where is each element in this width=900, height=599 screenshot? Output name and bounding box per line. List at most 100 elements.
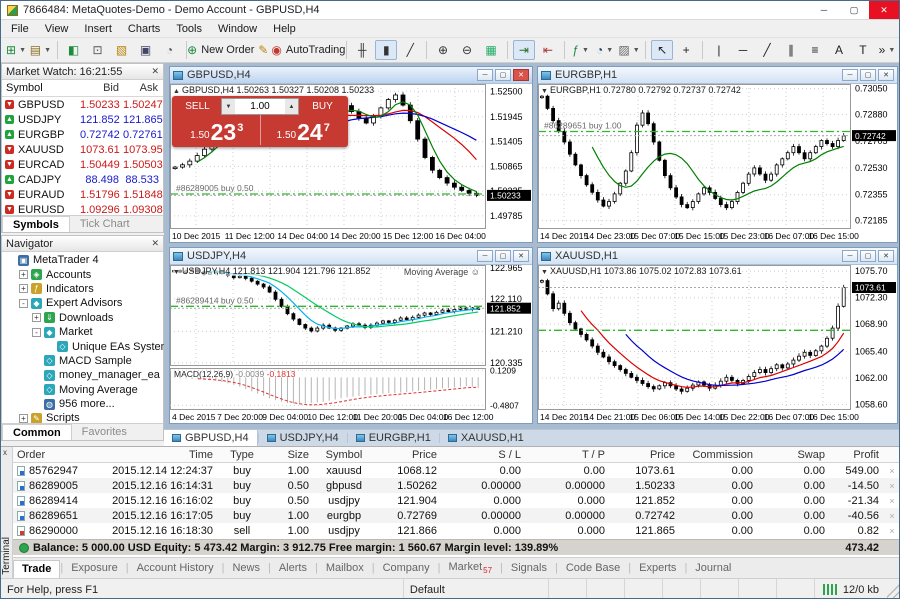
column-price[interactable]: Price (375, 449, 441, 461)
collapse-arrow-icon[interactable]: ▼ (173, 269, 180, 276)
chevron-down-icon[interactable]: ▼ (44, 47, 51, 54)
column-t-p[interactable]: T / P (525, 449, 609, 461)
menu-help[interactable]: Help (265, 21, 304, 37)
column-swap[interactable]: Swap (757, 449, 829, 461)
tab-symbols[interactable]: Symbols (2, 216, 70, 232)
terminal-tab-signals[interactable]: Signals (503, 560, 555, 576)
indicators-button[interactable]: ƒ ▼ (570, 40, 592, 60)
auto-scroll-button[interactable]: ⇥ (512, 40, 535, 60)
new-order-button[interactable]: ⊕ New Order (187, 40, 254, 60)
column-profit[interactable]: Profit (829, 449, 883, 461)
expert-advisor-label[interactable]: Moving Average ☺ (404, 267, 480, 277)
chart-tab-gbpusd-h4[interactable]: GBPUSD,H4 (164, 430, 258, 446)
market-watch-row-eurgbp[interactable]: ▲ EURGBP 0.72742 0.72761 (2, 127, 163, 142)
trendline-button[interactable]: ╱ (756, 40, 778, 60)
navigator-toggle-button[interactable]: ▧ (111, 40, 133, 60)
column-bid[interactable]: Bid (80, 80, 123, 96)
market-watch-row-usdjpy[interactable]: ▲ USDJPY 121.852 121.865 (2, 112, 163, 127)
column-order[interactable]: Order (13, 449, 97, 461)
menu-tools[interactable]: Tools (168, 21, 210, 37)
column-s-l[interactable]: S / L (441, 449, 525, 461)
chart-window-titlebar[interactable]: EURGBP,H1 ─ ▢ ✕ (538, 67, 897, 84)
terminal-tab-alerts[interactable]: Alerts (271, 560, 315, 576)
autotrading-button[interactable]: ◉ AutoTrading (271, 40, 345, 60)
profile-indicator[interactable]: Default (404, 579, 549, 598)
market-watch-row-cadjpy[interactable]: ▲ CADJPY 88.498 88.533 (2, 172, 163, 187)
market-watch-toggle-button[interactable]: ◧ (63, 40, 85, 60)
collapse-icon[interactable]: - (32, 327, 41, 337)
close-position-icon[interactable]: × (883, 466, 899, 476)
navigator-item-956-more-[interactable]: ◍ 956 more... (2, 397, 163, 411)
expand-icon[interactable]: + (32, 313, 41, 323)
volume-input[interactable]: 1.00 (235, 99, 285, 114)
chart-close-button[interactable]: ✕ (513, 69, 529, 81)
ohlc-readout[interactable]: ▼ XAUUSD,H1 1073.86 1075.02 1072.83 1073.… (541, 266, 742, 276)
text-label-button[interactable]: T (852, 40, 874, 60)
ohlc-readout[interactable]: ▲ GBPUSD,H4 1.50263 1.50327 1.50208 1.502… (173, 85, 375, 95)
chart-window-titlebar[interactable]: USDJPY,H4 ─ ▢ ✕ (170, 248, 532, 265)
close-position-icon[interactable]: × (883, 511, 899, 521)
terminal-tab-experts[interactable]: Experts (631, 560, 684, 576)
chart-window-usdjpy[interactable]: USDJPY,H4 ─ ▢ ✕ 122.965 122.110 121.210 120… (169, 247, 533, 424)
menu-charts[interactable]: Charts (120, 21, 168, 37)
menu-view[interactable]: View (37, 21, 77, 37)
tile-windows-button[interactable]: ▦ (480, 40, 502, 60)
tab-favorites[interactable]: Favorites (72, 424, 137, 440)
market-watch-row-gbpusd[interactable]: ▼ GBPUSD 1.50233 1.50247 (2, 97, 163, 112)
column-time[interactable]: Time (97, 449, 217, 461)
collapse-arrow-icon[interactable]: ▼ (541, 88, 548, 95)
terminal-toggle-button[interactable]: ▣ (135, 40, 157, 60)
terminal-side-label[interactable]: Terminal (1, 537, 13, 575)
expand-icon[interactable]: + (19, 284, 28, 294)
column-commission[interactable]: Commission (679, 449, 757, 461)
navigator-close-icon[interactable]: ✕ (151, 238, 159, 249)
market-watch-row-eurcad[interactable]: ▼ EURCAD 1.50449 1.50503 (2, 157, 163, 172)
expand-icon[interactable]: + (19, 270, 28, 280)
chart-shift-button[interactable]: ⇤ (537, 40, 559, 60)
horizontal-line-button[interactable]: ─ (732, 40, 754, 60)
chart-minimize-button[interactable]: ─ (842, 69, 858, 81)
navigator-item-market[interactable]: - ◆ Market (2, 325, 163, 339)
collapse-icon[interactable]: - (19, 298, 28, 308)
menu-file[interactable]: File (3, 21, 37, 37)
column-size[interactable]: Size (267, 449, 313, 461)
bar-chart-button[interactable]: ╫ (351, 40, 373, 60)
terminal-tab-account-history[interactable]: Account History (129, 560, 222, 576)
navigator-item-moving-average[interactable]: ◇ Moving Average (2, 383, 163, 397)
terminal-tab-news[interactable]: News (224, 560, 268, 576)
chart-restore-button[interactable]: ▢ (495, 69, 511, 81)
close-position-icon[interactable]: × (883, 496, 899, 506)
chart-close-button[interactable]: ✕ (513, 250, 529, 262)
navigator-item-accounts[interactable]: + ◈ Accounts (2, 267, 163, 281)
chart-minimize-button[interactable]: ─ (477, 250, 493, 262)
ohlc-readout[interactable]: ▼ USDJPY,H4 121.813 121.904 121.796 121.8… (173, 266, 371, 276)
volume-up-button[interactable]: ▲ (285, 99, 298, 114)
column-symbol[interactable]: Symbol (2, 80, 80, 96)
text-button[interactable]: A (828, 40, 850, 60)
chart-tab-usdjpy-h4[interactable]: USDJPY,H4 (259, 430, 347, 446)
buy-price[interactable]: 1.50 24 7 (261, 115, 347, 145)
chart-window-titlebar[interactable]: GBPUSD,H4 ─ ▢ ✕ (170, 67, 532, 84)
chevron-down-icon[interactable]: ▼ (582, 47, 589, 54)
chart-window-eurgbp[interactable]: EURGBP,H1 ─ ▢ ✕ 0.73050 0.72880 0.72705 0.7… (537, 66, 898, 243)
zoom-out-button[interactable]: ⊖ (456, 40, 478, 60)
order-row-86289005[interactable]: 86289005 2015.12.16 16:14:31 buy 0.50 gbpusd… (13, 478, 899, 493)
order-row-86289414[interactable]: 86289414 2015.12.16 16:16:02 buy 0.50 usdjpy… (13, 493, 899, 508)
volume-down-button[interactable]: ▼ (222, 99, 235, 114)
zoom-in-button[interactable]: ⊕ (432, 40, 454, 60)
chart-restore-button[interactable]: ▢ (860, 69, 876, 81)
navigator-item-indicators[interactable]: + ƒ Indicators (2, 282, 163, 296)
candlesticks-button[interactable]: ▮ (375, 40, 398, 60)
fibonacci-button[interactable]: ≡ (804, 40, 826, 60)
chart-window-titlebar[interactable]: XAUUSD,H1 ─ ▢ ✕ (538, 248, 897, 265)
column-ask[interactable]: Ask (123, 80, 162, 96)
navigator-item-money-manager-ea[interactable]: ◇ money_manager_ea (2, 368, 163, 382)
market-watch-row-xauusd[interactable]: ▼ XAUUSD 1073.61 1073.95 (2, 142, 163, 157)
profiles-button[interactable]: ▤ ▼ (29, 40, 52, 60)
expand-icon[interactable]: + (19, 413, 28, 423)
menu-insert[interactable]: Insert (76, 21, 120, 37)
navigator-item-expert-advisors[interactable]: - ◆ Expert Advisors (2, 296, 163, 310)
chart-window-xauusd[interactable]: XAUUSD,H1 ─ ▢ ✕ 1075.70 1072.30 1068.90 106… (537, 247, 898, 424)
terminal-tab-mailbox[interactable]: Mailbox (318, 560, 372, 576)
data-window-button[interactable]: ⊡ (87, 40, 109, 60)
